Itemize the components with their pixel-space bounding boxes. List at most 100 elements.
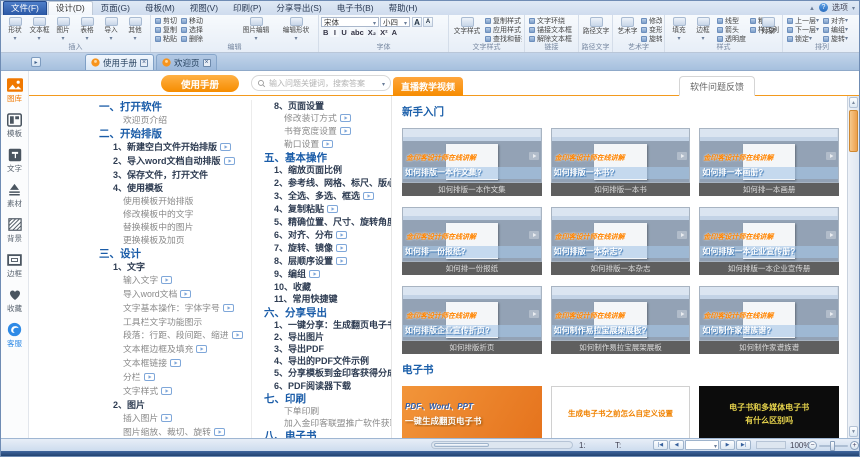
ribbon-button[interactable]: 编辑形状 [276, 16, 316, 42]
toc-item[interactable]: 加入金印客联盟推广软件获取奖励 [264, 417, 391, 429]
toc-item[interactable]: 五、基本操作 [264, 152, 391, 164]
video-card[interactable]: 金印客设计师在线讲解 如何排版一本企业宣传册? 如何排版一本企业宣传册 [699, 207, 839, 275]
font-style-toggle[interactable]: A [390, 27, 399, 37]
options-button[interactable]: 选项 [832, 2, 848, 13]
sidebar-item[interactable]: 文字 [2, 144, 28, 177]
vertical-scrollbar[interactable] [847, 96, 859, 438]
sidebar-item[interactable]: 客服 [2, 319, 28, 352]
toc-item[interactable]: 3、保存文件，打开文件 [99, 169, 251, 182]
font-family-select[interactable]: 宋体 [321, 17, 379, 27]
toc-item[interactable]: 2、参考线、网格、标尺、版心 [264, 177, 391, 190]
toc-item[interactable]: 9、编组 [264, 268, 391, 281]
toc-item[interactable]: 二、开始排版 [99, 128, 251, 141]
toc-item[interactable]: 4、复制粘贴 [264, 203, 391, 216]
toc-item[interactable]: 替换模板中的图片 [99, 221, 251, 234]
video-card[interactable]: 金印客设计师在线讲解 如何排一份报纸? 如何排一份报纸 [402, 207, 542, 275]
toc-item[interactable]: 5、分享模板到金印客获得分成 [264, 367, 391, 380]
font-size-select[interactable]: 小四 [380, 17, 410, 27]
horizontal-scrollbar[interactable] [431, 441, 573, 449]
toc-item[interactable]: 段落：行距、段间距、缩进 [99, 329, 251, 343]
toc-item[interactable]: 文本框链接 [99, 357, 251, 371]
toc-item[interactable]: 修改模板中的文字 [99, 208, 251, 221]
toc-item[interactable]: 文字样式 [99, 385, 251, 399]
toc-item[interactable]: 三、设计 [99, 248, 251, 261]
ribbon-tab[interactable]: 视图(V) [183, 2, 225, 15]
video-card[interactable]: 金印客设计师在线讲解 如何制作家谱族谱? 如何制作家谱族谱 [699, 286, 839, 354]
toc-item[interactable]: 1、文字 [99, 261, 251, 274]
toc-item[interactable]: 八、电子书 [264, 430, 391, 438]
ribbon-tab[interactable]: 帮助(H) [382, 2, 425, 15]
minimize-ribbon-icon[interactable] [809, 3, 815, 12]
page-select[interactable] [685, 440, 719, 450]
video-card[interactable]: 金印客设计师在线讲解 如何制作易拉宝展架展板? 如何制作易拉宝展架展板 [551, 286, 691, 354]
ribbon-tab[interactable]: 分享导出(S) [269, 2, 328, 15]
toc-item[interactable]: 更换模板及加页 [99, 234, 251, 247]
video-card[interactable]: 金印客设计师在线讲解 如何排版一本作文集? 如何排版一本作文集 [402, 128, 542, 196]
toc-item[interactable]: 2、导入word文档自动排版 [99, 155, 251, 169]
video-card[interactable]: 金印客设计师在线讲解 如何排一本画册? 如何排一本画册 [699, 128, 839, 196]
toc-item[interactable]: 5、精确位置、尺寸、旋转角度 [264, 216, 391, 229]
live-video-tab[interactable]: 直播教学视频 [393, 77, 463, 96]
video-card[interactable]: 金印客设计师在线讲解 如何排版一本杂志? 如何排版一本杂志 [551, 207, 691, 275]
ribbon-button[interactable]: 旋转 [639, 34, 662, 43]
first-page-button[interactable] [653, 440, 668, 450]
toc-item[interactable]: 3、全选、多选、框选 [264, 190, 391, 203]
ribbon-button[interactable]: 图片编辑 [236, 16, 276, 42]
scroll-up-icon[interactable] [849, 97, 858, 108]
toc-item[interactable]: 一、打开软件 [99, 101, 251, 114]
sidebar-item[interactable]: 图库 [2, 74, 28, 107]
scroll-down-icon[interactable] [849, 426, 858, 437]
toc-item[interactable]: 10、收藏 [264, 281, 391, 293]
font-style-toggle[interactable]: I [330, 27, 339, 37]
toc-item[interactable]: 七、印刷 [264, 393, 391, 405]
ribbon-tab[interactable]: 页面(G) [94, 2, 137, 15]
toc-item[interactable]: 书脊宽度设置 [264, 125, 391, 138]
ribbon-button[interactable]: 其他 [123, 16, 147, 42]
video-card[interactable]: 电子书和多媒体电子书 有什么区别吗 电子书和多媒体电子书有什么区别 [699, 386, 839, 438]
ribbon-button[interactable]: 透明度 [715, 34, 748, 43]
ribbon-button[interactable]: 文本框 [27, 16, 51, 42]
font-style-toggle[interactable]: B [321, 27, 330, 37]
toc-item[interactable]: 8、层顺序设置 [264, 255, 391, 268]
search-input[interactable]: 输入问题关键词，搜索答案 [251, 75, 391, 91]
toc-item[interactable]: 2、导出图片 [264, 331, 391, 343]
font-style-toggle[interactable]: U [339, 27, 348, 37]
ribbon-button[interactable]: 旋转 [821, 34, 850, 43]
sidebar-item[interactable]: 收藏 [2, 284, 28, 317]
sidebar-item[interactable]: 背景 [2, 214, 28, 247]
toc-item[interactable]: 修改装订方式 [264, 112, 391, 125]
font-style-toggle[interactable]: abc [349, 27, 366, 37]
toc-item[interactable]: 4、导出的PDF文件示例 [264, 355, 391, 367]
video-card[interactable]: 金印客设计师在线讲解 如何排版企业宣传折页? 如何排版折页 [402, 286, 542, 354]
ribbon-tab[interactable]: 电子书(B) [330, 2, 381, 15]
ribbon-button[interactable]: 文字样式 [451, 16, 483, 42]
toc-item[interactable]: 插入图片 [99, 412, 251, 426]
ribbon-button[interactable]: 艺术字 [615, 16, 639, 42]
ribbon-button[interactable]: 路径文字 [581, 16, 610, 42]
ribbon-button[interactable]: 图片 [51, 16, 75, 42]
shrink-font-button[interactable]: A [423, 17, 433, 27]
font-style-toggle[interactable]: X₂ [366, 27, 378, 37]
toc-item[interactable]: 6、对齐、分布 [264, 229, 391, 242]
toc-item[interactable]: 工具栏文字功能图示 [99, 316, 251, 329]
ribbon-tab[interactable]: 印刷(P) [226, 2, 268, 15]
toc-item[interactable]: 3、导出PDF [264, 343, 391, 355]
sidebar-item[interactable]: 模板 [2, 109, 28, 142]
scrollbar-thumb[interactable] [849, 110, 858, 152]
ribbon-tab[interactable]: 文件(F) [3, 1, 47, 15]
ribbon-button[interactable]: 导入 [99, 16, 123, 42]
ribbon-button[interactable]: 锁定 [785, 34, 821, 43]
toc-item[interactable]: 分栏 [99, 371, 251, 385]
zoom-slider-thumb[interactable] [830, 441, 835, 451]
ribbon-button[interactable]: 形状 [3, 16, 27, 42]
video-card[interactable]: 生成电子书之前怎么自定义设置 电子书设置 [551, 386, 691, 438]
toc-item[interactable]: 六、分享导出 [264, 307, 391, 319]
toc-item[interactable]: 欢迎页介绍 [99, 114, 251, 127]
toc-item[interactable]: 8、页面设置 [264, 100, 391, 112]
grow-font-button[interactable]: A [412, 17, 422, 27]
toc-item[interactable]: 1、一键分享：生成翻页电子书 [264, 319, 391, 331]
toc-item[interactable]: 勒口设置 [264, 138, 391, 151]
next-page-button[interactable] [720, 440, 735, 450]
sidebar-item[interactable]: 素材 [2, 179, 28, 212]
toc-item[interactable]: 图片缩放、裁切、旋转 [99, 426, 251, 438]
